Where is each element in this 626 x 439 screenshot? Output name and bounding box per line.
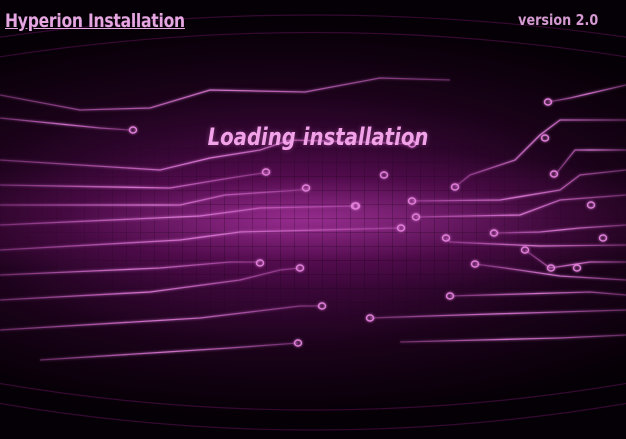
- background-arcs: [0, 14, 626, 431]
- circuit-background: [0, 14, 626, 431]
- installer-window: Hyperion Installation version 2.0 Loadin…: [0, 0, 626, 439]
- installer-title: Hyperion Installation: [5, 10, 185, 32]
- loading-status-text: Loading installation: [207, 123, 429, 151]
- version-label: version 2.0: [517, 11, 598, 29]
